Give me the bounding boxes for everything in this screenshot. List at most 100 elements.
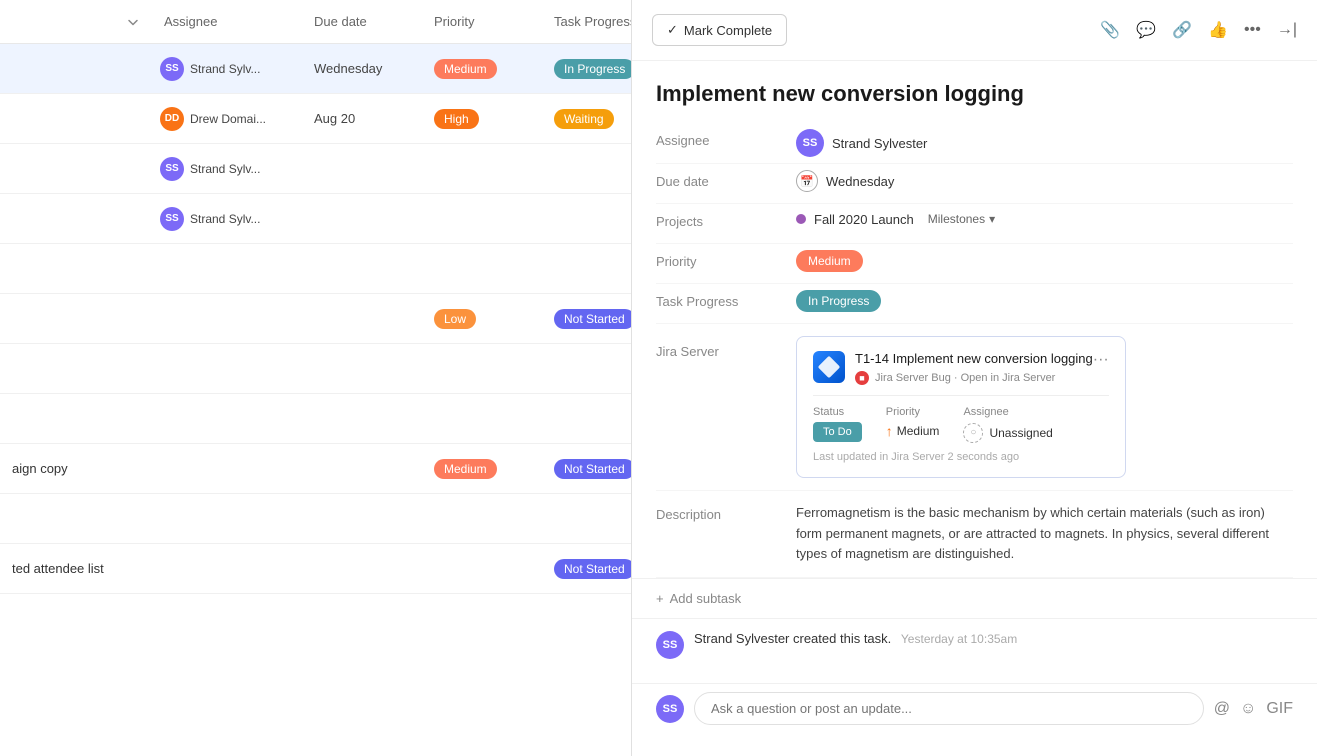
- gif-icon[interactable]: GIF: [1266, 700, 1293, 718]
- table-row[interactable]: SSStrand Sylv...: [0, 194, 631, 244]
- col-taskprogress-header: Task Progress: [542, 14, 632, 29]
- at-icon[interactable]: @: [1214, 700, 1230, 718]
- activity-section: SS Strand Sylvester created this task. Y…: [632, 618, 1317, 683]
- comment-icon[interactable]: 💬: [1136, 20, 1156, 40]
- field-row-description: Description Ferromagnetism is the basic …: [656, 491, 1293, 578]
- priority-badge[interactable]: Medium: [434, 459, 497, 479]
- avatar: DD: [160, 107, 184, 131]
- task-progress-badge[interactable]: Not Started: [554, 309, 631, 329]
- jira-assignee-value: ○ Unassigned: [963, 423, 1052, 443]
- attachment-icon[interactable]: 📎: [1100, 20, 1120, 40]
- add-subtask-row[interactable]: + Add subtask: [632, 578, 1317, 618]
- assignee-name: Strand Sylv...: [190, 212, 260, 226]
- activity-avatar: SS: [656, 631, 684, 659]
- cell-duedate: Wednesday: [302, 61, 422, 76]
- jira-ticket-name: Implement new conversion logging: [893, 351, 1093, 366]
- task-progress-badge[interactable]: Waiting: [554, 109, 614, 129]
- cell-priority: Medium: [422, 459, 542, 479]
- assignee-detail: SS Strand Sylvester: [796, 129, 927, 157]
- field-row-assignee: Assignee SS Strand Sylvester: [656, 123, 1293, 164]
- jira-source-text[interactable]: Jira Server Bug · Open in Jira Server: [875, 372, 1055, 384]
- priority-badge[interactable]: Medium: [434, 59, 497, 79]
- jira-assignee-label: Assignee: [963, 406, 1052, 418]
- due-date-value[interactable]: 📅 Wednesday: [796, 170, 1293, 192]
- left-panel: Assignee Due date Priority Task Progress…: [0, 0, 632, 756]
- field-row-projects: Projects Fall 2020 Launch Milestones ▾: [656, 204, 1293, 244]
- comment-input[interactable]: [694, 692, 1204, 725]
- jira-fields: Status To Do Priority ↑ Medium Assignee: [813, 406, 1109, 443]
- col-priority-header: Priority: [422, 14, 542, 29]
- activity-author: Strand Sylvester: [694, 631, 789, 646]
- col-toggle[interactable]: [0, 15, 152, 29]
- jira-status-field: Status To Do: [813, 406, 862, 443]
- comment-actions: @ ☺ GIF: [1214, 700, 1293, 718]
- unassigned-icon: ○: [963, 423, 983, 443]
- table-row[interactable]: Low Not Started: [0, 294, 631, 344]
- field-row-task-progress: Task Progress In Progress: [656, 284, 1293, 324]
- cell-duedate: Aug 20: [302, 111, 422, 126]
- milestones-button[interactable]: Milestones ▾: [922, 210, 1001, 228]
- activity-content: Strand Sylvester created this task. Yest…: [694, 631, 1017, 646]
- field-row-priority: Priority Medium: [656, 244, 1293, 284]
- mark-complete-button[interactable]: ✓ Mark Complete: [652, 14, 787, 46]
- jira-status-badge[interactable]: To Do: [813, 422, 862, 442]
- mark-complete-label: Mark Complete: [684, 23, 772, 38]
- priority-label: Priority: [656, 250, 796, 269]
- comment-box: SS @ ☺ GIF: [632, 683, 1317, 733]
- like-icon[interactable]: 👍: [1208, 20, 1228, 40]
- table-row[interactable]: [0, 494, 631, 544]
- jira-ticket-title[interactable]: T1-14 Implement new conversion logging: [855, 351, 1093, 368]
- table-row[interactable]: [0, 344, 631, 394]
- table-row[interactable]: SSStrand Sylv...: [0, 144, 631, 194]
- chevron-down-icon: ▾: [989, 212, 995, 226]
- projects-label: Projects: [656, 210, 796, 229]
- task-progress-badge[interactable]: Not Started: [554, 459, 631, 479]
- assignee-value[interactable]: SS Strand Sylvester: [796, 129, 1293, 157]
- table-body: SSStrand Sylv...WednesdayMediumIn Progre…: [0, 44, 631, 594]
- table-row[interactable]: [0, 244, 631, 294]
- jira-status-label: Status: [813, 406, 862, 418]
- header-actions: 📎 💬 🔗 👍 ••• →|: [1100, 20, 1297, 40]
- task-progress-value[interactable]: In Progress: [796, 290, 1293, 312]
- jira-assignee-field: Assignee ○ Unassigned: [963, 406, 1052, 443]
- chevron-down-icon: [126, 15, 140, 29]
- priority-value[interactable]: Medium: [796, 250, 1293, 272]
- project-name[interactable]: Fall 2020 Launch: [814, 212, 914, 227]
- add-subtask-label: Add subtask: [670, 591, 742, 606]
- bug-icon: ■: [855, 371, 869, 385]
- emoji-icon[interactable]: ☺: [1240, 700, 1256, 718]
- cell-assignee: DDDrew Domai...: [152, 107, 302, 131]
- table-row[interactable]: [0, 394, 631, 444]
- jira-card-title-row: T1-14 Implement new conversion logging ■…: [813, 351, 1093, 385]
- jira-card-wrapper: T1-14 Implement new conversion logging ■…: [796, 336, 1293, 478]
- jira-priority-text: Medium: [897, 424, 940, 438]
- cell-task-progress: Not Started: [542, 459, 631, 479]
- table-row[interactable]: aign copyMediumNot Started: [0, 444, 631, 494]
- task-toolbar: ✓ Mark Complete 📎 💬 🔗 👍 ••• →|: [632, 0, 1317, 61]
- assignee-name: Strand Sylv...: [190, 162, 260, 176]
- cell-assignee: SSStrand Sylv...: [152, 157, 302, 181]
- table-row[interactable]: SSStrand Sylv...Wednesday Medium In Progre…: [0, 44, 631, 94]
- more-options-icon[interactable]: •••: [1244, 21, 1261, 39]
- jira-card-subtitle: ■ Jira Server Bug · Open in Jira Server: [855, 371, 1093, 385]
- priority-arrow-icon: ↑: [886, 423, 893, 439]
- priority-badge[interactable]: High: [434, 109, 479, 129]
- checkmark-icon: ✓: [667, 22, 678, 38]
- cell-assignee: SSStrand Sylv...: [152, 57, 302, 81]
- link-icon[interactable]: 🔗: [1172, 20, 1192, 40]
- activity-time: Yesterday at 10:35am: [901, 632, 1017, 646]
- description-label: Description: [656, 503, 796, 522]
- jira-divider: [813, 395, 1109, 396]
- expand-icon[interactable]: →|: [1277, 21, 1297, 39]
- cell-task-progress: Not Started: [542, 309, 631, 329]
- table-row[interactable]: DDDrew Domai...Aug 20 High Waiting: [0, 94, 631, 144]
- comment-avatar: SS: [656, 695, 684, 723]
- jira-more-button[interactable]: ···: [1093, 351, 1109, 369]
- assignee-name: Strand Sylv...: [190, 62, 260, 76]
- task-progress-badge[interactable]: In Progress: [554, 59, 631, 79]
- activity-action: created this task.: [793, 631, 891, 646]
- task-progress-badge[interactable]: Not Started: [554, 559, 631, 579]
- priority-badge[interactable]: Low: [434, 309, 476, 329]
- table-row[interactable]: ted attendee listNot Started: [0, 544, 631, 594]
- jira-priority-value: ↑ Medium: [886, 423, 940, 439]
